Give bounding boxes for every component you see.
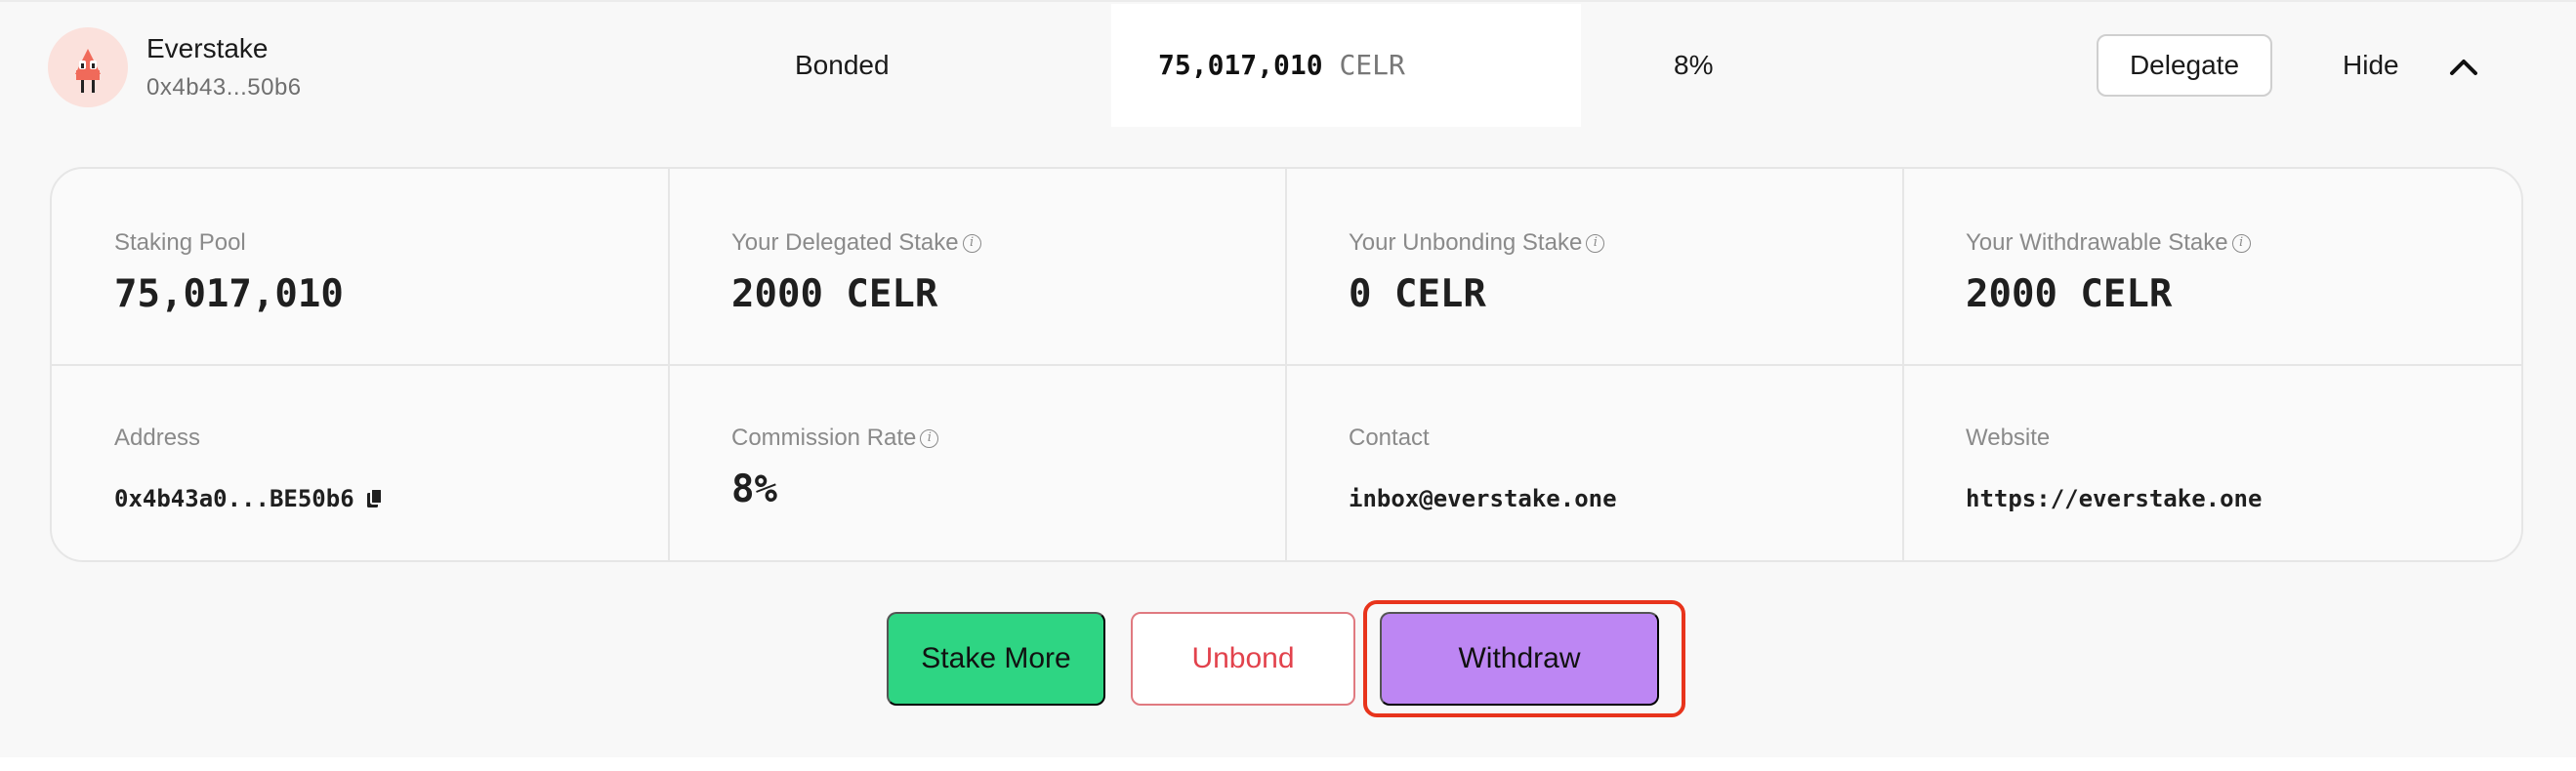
info-icon[interactable]: i: [1586, 233, 1605, 253]
commission-value: 8%: [1674, 50, 1714, 80]
staking-pool-label-text: Staking Pool: [114, 229, 246, 256]
withdrawable-stake-label-text: Your Withdrawable Stake: [1966, 229, 2228, 256]
stake-cell: 75,017,010 CELR: [1111, 4, 1581, 127]
divider: [52, 364, 2521, 366]
validator-header[interactable]: Everstake 0x4b43...50b6 Bonded 75,017,01…: [0, 4, 2576, 127]
website-link[interactable]: https://everstake.one: [1966, 485, 2262, 512]
withdrawable-stake-label: Your Withdrawable Stake i: [1966, 229, 2251, 257]
withdrawable-stake-value: 2000 CELR: [1966, 272, 2173, 316]
validator-name: Everstake: [146, 33, 269, 63]
status-label: Bonded: [795, 50, 890, 80]
unbonding-stake-label: Your Unbonding Stake i: [1349, 229, 1605, 257]
commission-rate-label-text: Commission Rate: [731, 425, 917, 451]
commission-rate-value: 8%: [731, 467, 777, 511]
info-icon[interactable]: i: [920, 428, 939, 448]
stake-amount-wrap: 75,017,010 CELR: [1158, 49, 1405, 81]
delegated-stake-value: 2000 CELR: [731, 272, 938, 316]
website-label: Website: [1966, 425, 2050, 452]
avatar: [48, 27, 128, 107]
address-value: 0x4b43a0...BE50b6: [114, 485, 354, 512]
hide-button[interactable]: Hide: [2343, 50, 2399, 81]
info-icon[interactable]: i: [2231, 233, 2251, 253]
validator-details-card: Staking Pool 75,017,010 Your Delegated S…: [50, 167, 2523, 562]
copy-icon[interactable]: [366, 488, 384, 509]
website-label-text: Website: [1966, 425, 2051, 451]
contact-value[interactable]: inbox@everstake.one: [1349, 485, 1617, 512]
everstake-logo-icon: [75, 49, 101, 93]
validator-address: 0x4b43...50b6: [146, 74, 302, 101]
unbond-button[interactable]: Unbond: [1131, 612, 1355, 706]
delegated-stake-label-text: Your Delegated Stake: [731, 229, 959, 256]
address-label: Address: [114, 425, 200, 452]
delegate-button[interactable]: Delegate: [2097, 34, 2272, 97]
stake-unit: CELR: [1339, 49, 1405, 81]
contact-label: Contact: [1349, 425, 1430, 452]
stake-amount: 75,017,010: [1158, 49, 1323, 81]
staking-pool-value: 75,017,010: [114, 272, 344, 316]
info-icon[interactable]: i: [962, 233, 981, 253]
staking-pool-label: Staking Pool: [114, 229, 246, 257]
contact-label-text: Contact: [1349, 425, 1430, 451]
address-value-wrap: 0x4b43a0...BE50b6: [114, 485, 384, 512]
unbonding-stake-value: 0 CELR: [1349, 272, 1486, 316]
chevron-up-icon[interactable]: [2449, 57, 2478, 76]
commission-rate-label: Commission Rate i: [731, 425, 939, 452]
delegated-stake-label: Your Delegated Stake i: [731, 229, 981, 257]
stake-more-button[interactable]: Stake More: [887, 612, 1105, 706]
unbonding-stake-label-text: Your Unbonding Stake: [1349, 229, 1583, 256]
withdraw-button[interactable]: Withdraw: [1380, 612, 1659, 706]
address-label-text: Address: [114, 425, 201, 451]
